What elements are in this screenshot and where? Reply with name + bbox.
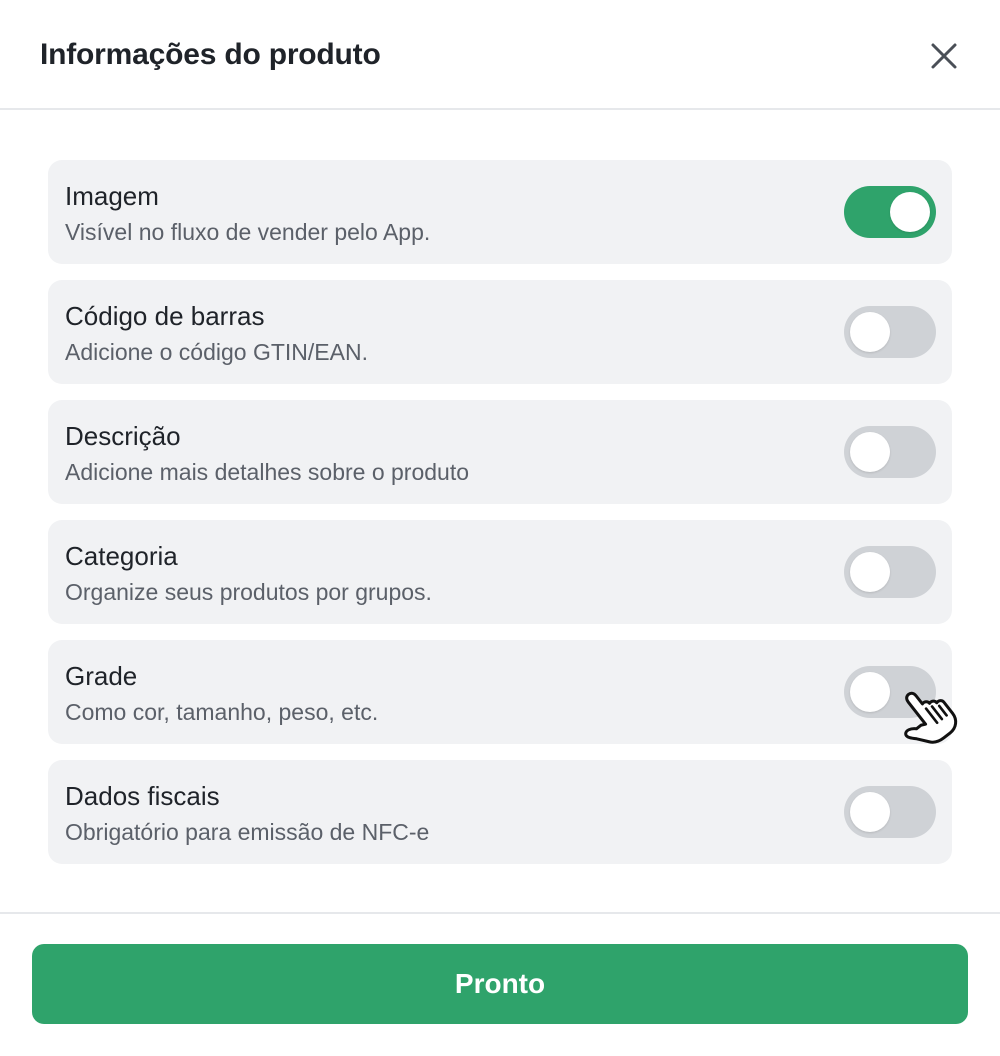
option-title: Código de barras xyxy=(65,301,265,331)
option-description: Como cor, tamanho, peso, etc. xyxy=(65,699,379,725)
modal-title: Informações do produto xyxy=(40,38,381,71)
option-title: Grade xyxy=(65,661,138,691)
option-description: Organize seus produtos por grupos. xyxy=(65,579,432,605)
modal-header: Informações do produto xyxy=(0,0,1000,110)
option-description: Adicione mais detalhes sobre o produto xyxy=(65,459,470,485)
toggle-switch[interactable] xyxy=(844,546,936,598)
close-icon xyxy=(931,43,957,69)
toggle-knob xyxy=(850,312,890,352)
option-title: Dados fiscais xyxy=(65,781,220,811)
toggle-switch[interactable] xyxy=(844,186,936,238)
modal-footer: Pronto xyxy=(0,912,1000,1056)
done-button[interactable]: Pronto xyxy=(32,944,968,1024)
option-description: Adicione o código GTIN/EAN. xyxy=(65,339,368,365)
toggle-knob xyxy=(850,672,890,712)
product-info-modal: Informações do produto Imagem Visível no… xyxy=(0,0,1000,1056)
close-button[interactable] xyxy=(920,32,968,80)
option-description: Obrigatório para emissão de NFC-e xyxy=(65,819,430,845)
toggle-knob xyxy=(890,192,930,232)
toggle-knob xyxy=(850,552,890,592)
options-list: Imagem Visível no fluxo de vender pelo A… xyxy=(48,160,952,880)
option-codigo-de-barras[interactable]: Código de barras Adicione o código GTIN/… xyxy=(48,280,952,384)
toggle-knob xyxy=(850,432,890,472)
option-descricao[interactable]: Descrição Adicione mais detalhes sobre o… xyxy=(48,400,952,504)
option-title: Descrição xyxy=(65,421,181,451)
option-categoria[interactable]: Categoria Organize seus produtos por gru… xyxy=(48,520,952,624)
option-title: Categoria xyxy=(65,541,178,571)
option-imagem[interactable]: Imagem Visível no fluxo de vender pelo A… xyxy=(48,160,952,264)
toggle-switch[interactable] xyxy=(844,786,936,838)
option-grade[interactable]: Grade Como cor, tamanho, peso, etc. xyxy=(48,640,952,744)
toggle-switch[interactable] xyxy=(844,306,936,358)
option-description: Visível no fluxo de vender pelo App. xyxy=(65,219,431,245)
toggle-knob xyxy=(850,792,890,832)
toggle-switch[interactable] xyxy=(844,426,936,478)
toggle-switch[interactable] xyxy=(844,666,936,718)
option-title: Imagem xyxy=(65,181,159,211)
option-dados-fiscais[interactable]: Dados fiscais Obrigatório para emissão d… xyxy=(48,760,952,864)
